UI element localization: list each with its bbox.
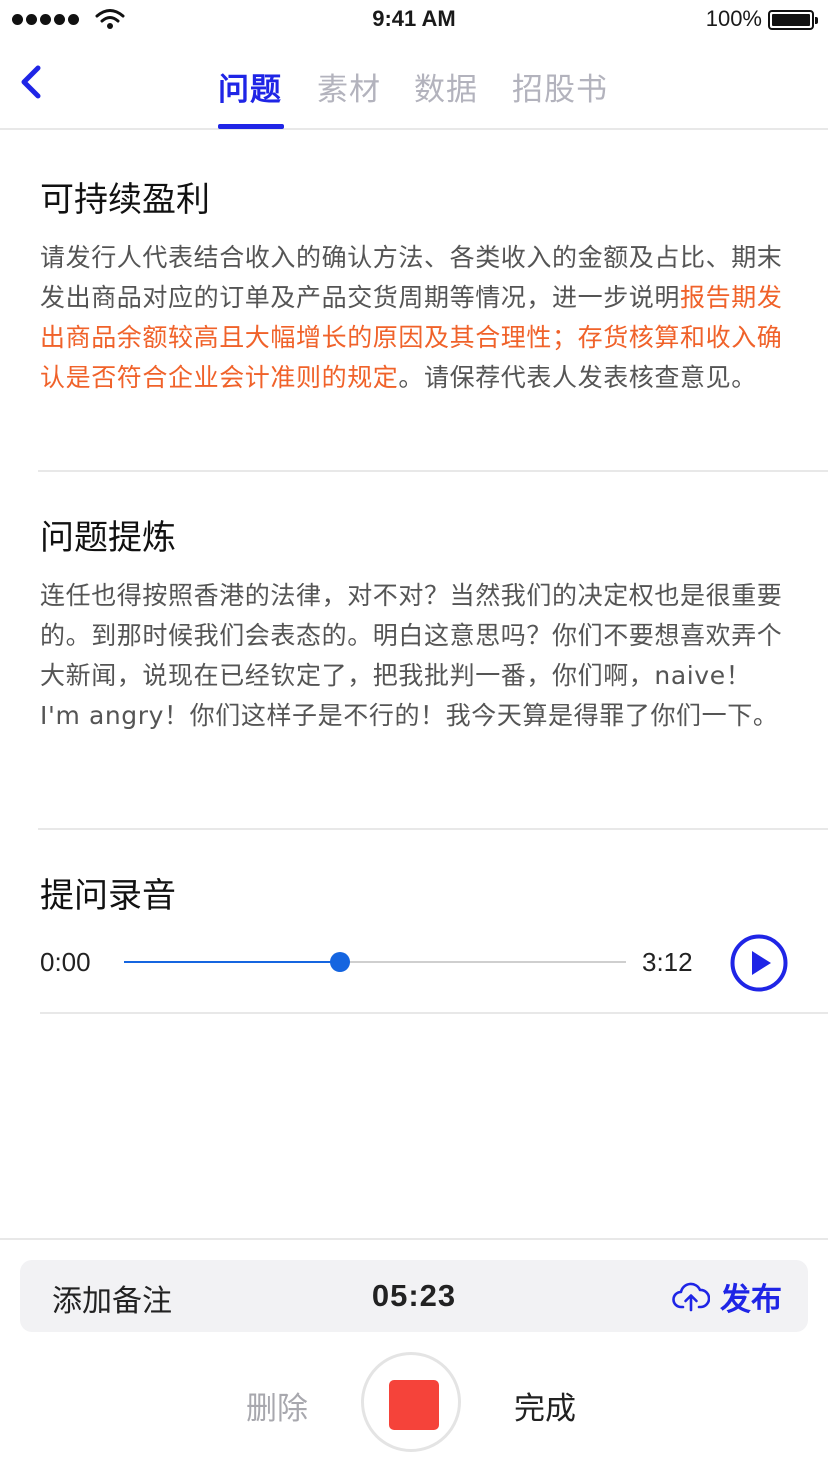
- stop-record-button[interactable]: [361, 1352, 461, 1452]
- tab-prospectus[interactable]: 招股书: [512, 64, 608, 109]
- refined-title: 问题提炼: [40, 518, 176, 558]
- tab-data[interactable]: 数据: [414, 64, 478, 109]
- current-time: 0:00: [40, 947, 91, 977]
- total-time: 3:12: [642, 947, 693, 977]
- divider: [40, 1012, 828, 1014]
- recording-title: 提问录音: [40, 876, 176, 916]
- top-nav: 问题 素材 数据 招股书: [0, 40, 828, 130]
- tab-material[interactable]: 素材: [317, 64, 381, 109]
- publish-button[interactable]: 发布: [672, 1274, 782, 1319]
- refined-text: 连任也得按照香港的法律，对不对？当然我们的决定权也是很重要的。到那时候我们会表态…: [40, 581, 783, 730]
- play-icon[interactable]: [730, 934, 788, 992]
- tab-question[interactable]: 问题: [218, 64, 282, 109]
- recording-bar: 添加备注 05:23 发布: [20, 1260, 808, 1332]
- publish-label: 发布: [720, 1282, 782, 1318]
- stop-record-icon: [389, 1380, 439, 1430]
- battery-percent: 100%: [705, 6, 762, 31]
- divider: [38, 828, 828, 830]
- delete-button[interactable]: 删除: [246, 1383, 308, 1428]
- cloud-upload-icon: [672, 1282, 710, 1311]
- question-text: 请发行人代表结合收入的确认方法、各类收入的金额及占比、期末发出商品对应的订单及产…: [40, 238, 790, 398]
- battery-icon: [768, 10, 818, 30]
- divider: [0, 1238, 828, 1240]
- status-time: 9:41 AM: [372, 6, 456, 31]
- question-text-before: 请发行人代表结合收入的确认方法、各类收入的金额及占比、期末发出商品对应的订单及产…: [40, 243, 783, 312]
- divider: [38, 470, 828, 472]
- question-text-after: 。请保荐代表人发表核查意见。: [398, 363, 757, 392]
- done-button[interactable]: 完成: [514, 1383, 576, 1428]
- audio-progress-fill: [124, 961, 340, 963]
- status-bar: 9:41 AM 100%: [0, 0, 828, 40]
- active-tab-indicator: [218, 124, 284, 129]
- audio-progress-track[interactable]: [124, 952, 626, 972]
- question-title: 可持续盈利: [40, 180, 210, 220]
- audio-progress-knob[interactable]: [329, 952, 350, 972]
- chevron-left-icon[interactable]: [14, 60, 50, 104]
